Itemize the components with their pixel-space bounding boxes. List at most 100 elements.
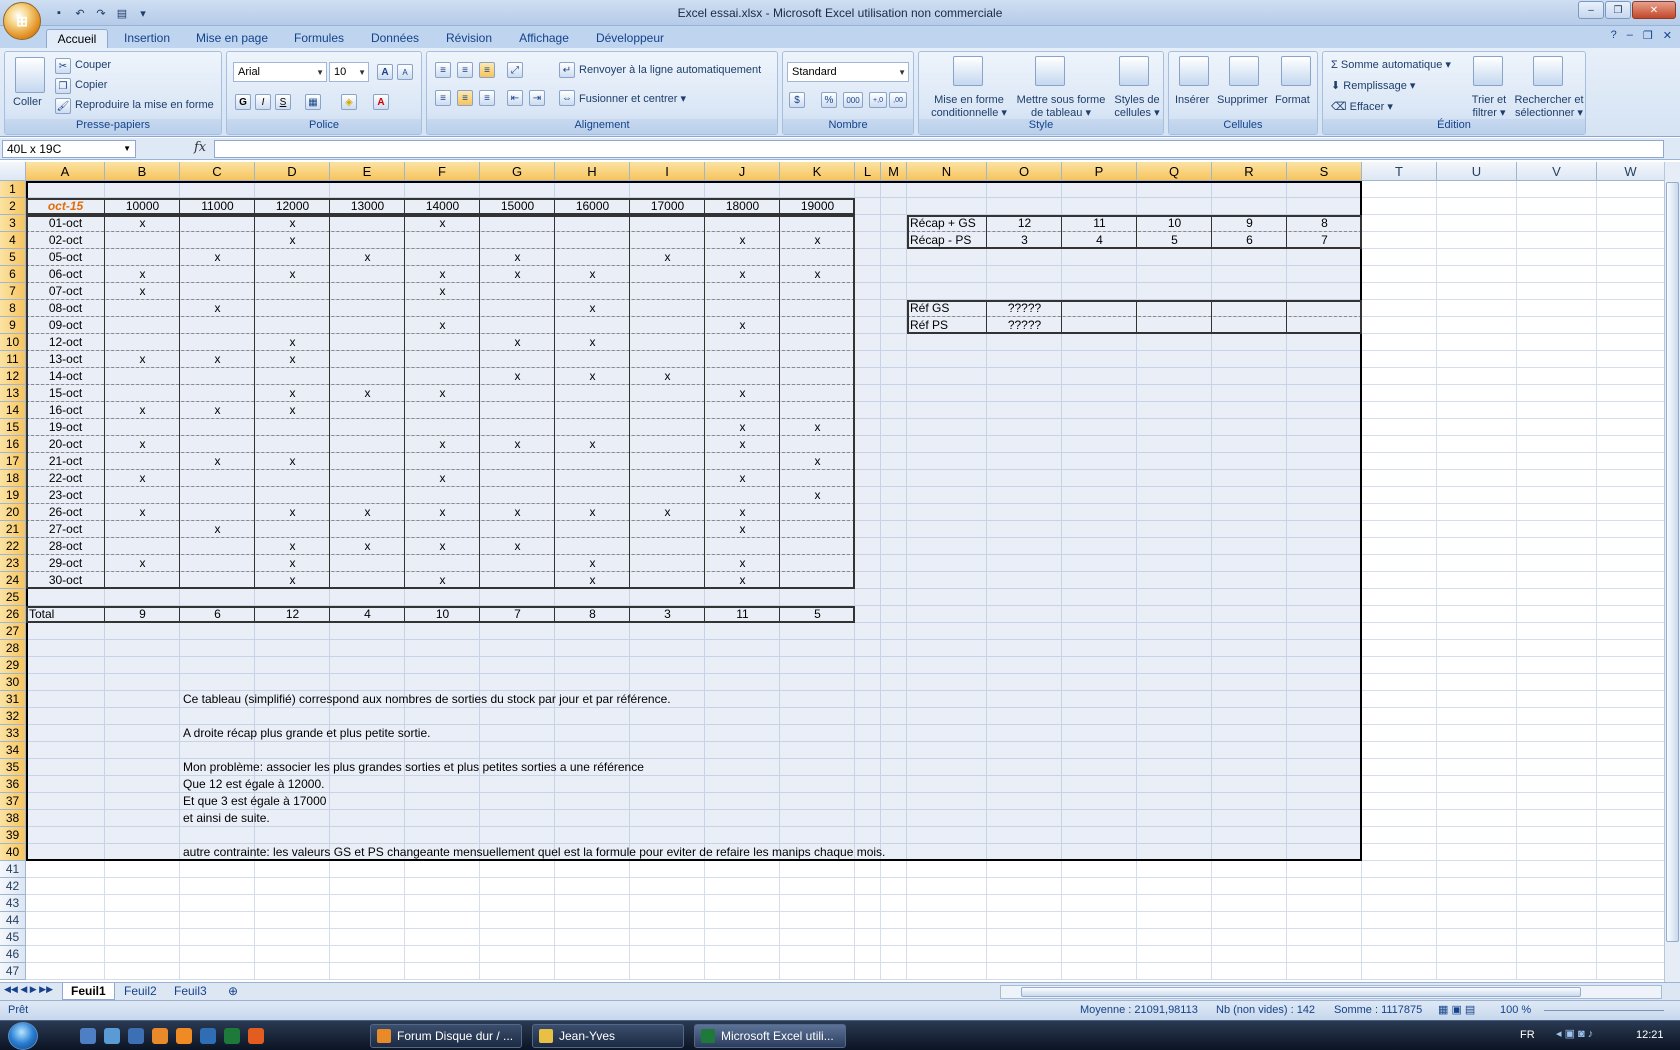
taskbar-firefox-forum[interactable]: Forum Disque dur / ... xyxy=(370,1024,522,1048)
column-header-P[interactable]: P xyxy=(1062,162,1137,181)
row-header-28[interactable]: 28 xyxy=(0,640,26,657)
row-header-25[interactable]: 25 xyxy=(0,589,26,606)
name-box[interactable]: 40L x 19C ▼ xyxy=(2,140,136,158)
row-header-46[interactable]: 46 xyxy=(0,946,26,963)
tab-accueil[interactable]: Accueil xyxy=(46,29,108,48)
note-text[interactable]: Mon problème: associer les plus grandes … xyxy=(180,759,1080,775)
note-text[interactable]: Ce tableau (simplifié) correspond aux no… xyxy=(180,691,1080,707)
workbook-restore-button[interactable]: ❐ xyxy=(1643,29,1653,42)
column-header-G[interactable]: G xyxy=(480,162,555,181)
autosum-button[interactable]: Σ Somme automatique ▾ xyxy=(1331,58,1451,71)
column-header-C[interactable]: C xyxy=(180,162,255,181)
excel-quicklaunch-icon[interactable] xyxy=(224,1028,240,1044)
row-header-27[interactable]: 27 xyxy=(0,623,26,640)
start-button[interactable] xyxy=(8,1022,38,1050)
close-button[interactable]: ✕ xyxy=(1632,1,1676,19)
column-header-M[interactable]: M xyxy=(881,162,907,181)
note-text[interactable]: et ainsi de suite. xyxy=(180,810,1080,826)
row-header-41[interactable]: 41 xyxy=(0,861,26,878)
column-header-A[interactable]: A xyxy=(26,162,105,181)
row-header-44[interactable]: 44 xyxy=(0,912,26,929)
tab-developpeur[interactable]: Développeur xyxy=(590,29,670,48)
tab-mise-en-page[interactable]: Mise en page xyxy=(192,29,272,48)
cut-button[interactable]: Couper xyxy=(75,59,111,71)
vlc-icon[interactable] xyxy=(176,1028,192,1044)
horizontal-scroll-thumb[interactable] xyxy=(1021,987,1581,997)
shrink-font-button[interactable]: A xyxy=(397,64,413,80)
tab-affichage[interactable]: Affichage xyxy=(512,29,576,48)
align-middle-icon[interactable]: ≡ xyxy=(457,62,473,78)
row-header-14[interactable]: 14 xyxy=(0,402,26,419)
align-right-icon[interactable]: ≡ xyxy=(479,90,495,106)
column-header-U[interactable]: U xyxy=(1437,162,1517,181)
row-header-20[interactable]: 20 xyxy=(0,504,26,521)
row-header-21[interactable]: 21 xyxy=(0,521,26,538)
decrease-indent-icon[interactable]: ⇤ xyxy=(507,90,523,106)
column-header-W[interactable]: W xyxy=(1597,162,1664,181)
cell-styles-button[interactable]: Styles de cellules ▾ xyxy=(1111,94,1163,119)
number-format-select[interactable]: Standard ▼ xyxy=(787,62,909,82)
row-header-45[interactable]: 45 xyxy=(0,929,26,946)
row-header-33[interactable]: 33 xyxy=(0,725,26,742)
taskbar-jean-yves[interactable]: Jean-Yves xyxy=(532,1024,684,1048)
column-header-S[interactable]: S xyxy=(1287,162,1362,181)
underline-button[interactable]: S xyxy=(275,94,291,110)
row-header-19[interactable]: 19 xyxy=(0,487,26,504)
row-header-37[interactable]: 37 xyxy=(0,793,26,810)
row-header-7[interactable]: 7 xyxy=(0,283,26,300)
format-cells-button[interactable]: Format xyxy=(1275,94,1310,106)
column-header-H[interactable]: H xyxy=(555,162,630,181)
row-header-9[interactable]: 9 xyxy=(0,317,26,334)
increase-indent-icon[interactable]: ⇥ xyxy=(529,90,545,106)
increase-decimal-button[interactable]: +,0 xyxy=(869,92,887,108)
percent-button[interactable]: % xyxy=(821,92,837,108)
align-left-icon[interactable]: ≡ xyxy=(435,90,451,106)
tab-revision[interactable]: Révision xyxy=(438,29,500,48)
note-text[interactable]: autre contrainte: les valeurs GS et PS c… xyxy=(180,844,1080,860)
row-header-24[interactable]: 24 xyxy=(0,572,26,589)
row-header-4[interactable]: 4 xyxy=(0,232,26,249)
row-header-22[interactable]: 22 xyxy=(0,538,26,555)
workbook-minimize-button[interactable]: – xyxy=(1627,29,1633,42)
explorer-icon[interactable] xyxy=(104,1028,120,1044)
column-header-B[interactable]: B xyxy=(105,162,180,181)
help-icon[interactable]: ? xyxy=(1611,29,1617,42)
insert-sheet-icon[interactable]: ⊕ xyxy=(220,983,246,1000)
row-header-1[interactable]: 1 xyxy=(0,181,26,198)
row-header-34[interactable]: 34 xyxy=(0,742,26,759)
row-header-36[interactable]: 36 xyxy=(0,776,26,793)
row-header-3[interactable]: 3 xyxy=(0,215,26,232)
align-top-icon[interactable]: ≡ xyxy=(435,62,451,78)
zoom-level[interactable]: 100 % xyxy=(1500,1004,1531,1016)
column-header-N[interactable]: N xyxy=(907,162,987,181)
row-header-8[interactable]: 8 xyxy=(0,300,26,317)
column-header-O[interactable]: O xyxy=(987,162,1062,181)
column-header-I[interactable]: I xyxy=(630,162,705,181)
row-header-35[interactable]: 35 xyxy=(0,759,26,776)
ie-icon[interactable] xyxy=(128,1028,144,1044)
row-header-29[interactable]: 29 xyxy=(0,657,26,674)
row-header-26[interactable]: 26 xyxy=(0,606,26,623)
row-header-30[interactable]: 30 xyxy=(0,674,26,691)
fill-button[interactable]: ⬇ Remplissage ▾ xyxy=(1331,79,1415,92)
row-header-10[interactable]: 10 xyxy=(0,334,26,351)
note-text[interactable]: A droite récap plus grande et plus petit… xyxy=(180,725,1080,741)
copy-button[interactable]: Copier xyxy=(75,79,107,91)
fill-color-button[interactable]: ◈ xyxy=(341,94,357,110)
italic-button[interactable]: I xyxy=(255,94,271,110)
row-header-43[interactable]: 43 xyxy=(0,895,26,912)
sort-filter-button[interactable]: Trier et filtrer ▾ xyxy=(1463,94,1515,119)
column-header-F[interactable]: F xyxy=(405,162,480,181)
column-header-Q[interactable]: Q xyxy=(1137,162,1212,181)
worksheet-grid[interactable]: ABCDEFGHIJKLMNOPQRSTUVW 1 2 3 4 5 6 7 8 9 10 11 12 1… xyxy=(0,162,1664,982)
grow-font-button[interactable]: A xyxy=(377,64,393,80)
row-header-2[interactable]: 2 xyxy=(0,198,26,215)
vertical-scrollbar[interactable] xyxy=(1664,162,1680,982)
firefox-icon[interactable] xyxy=(152,1028,168,1044)
sheet-nav-arrows-icon[interactable]: ◀◀ ◀ ▶ ▶▶ xyxy=(4,984,53,995)
maximize-button[interactable]: ❐ xyxy=(1605,1,1631,19)
formula-input[interactable] xyxy=(214,140,1664,158)
find-select-button[interactable]: Rechercher et sélectionner ▾ xyxy=(1513,94,1585,119)
sheet-tab-feuil1[interactable]: Feuil1 xyxy=(62,983,115,1000)
sheet-tab-feuil3[interactable]: Feuil3 xyxy=(166,983,215,1000)
